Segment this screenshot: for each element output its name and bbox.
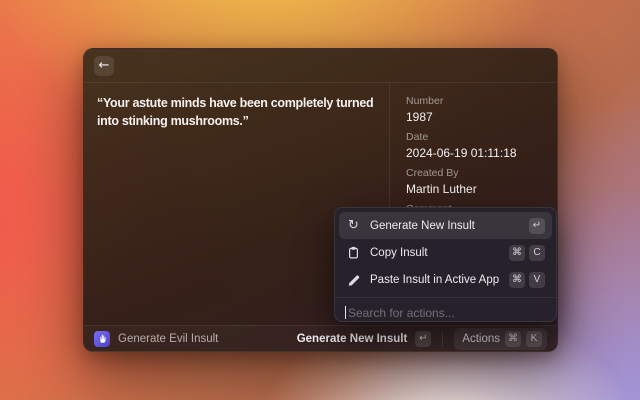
- action-shortcut: ↵: [529, 218, 545, 234]
- actions-button[interactable]: Actions ⌘ K: [454, 328, 547, 350]
- pencil-icon: [346, 273, 361, 286]
- action-item-generate-new-insult[interactable]: ↻ Generate New Insult ↵: [339, 212, 552, 239]
- metadata-field-number: Number 1987: [406, 95, 543, 125]
- rock-hand-icon: [97, 333, 108, 344]
- c-key-badge: C: [529, 245, 545, 261]
- actions-popover: ↻ Generate New Insult ↵ Copy Insult ⌘ C: [334, 207, 557, 322]
- evil-insult-app-icon: [94, 331, 110, 347]
- actions-list: ↻ Generate New Insult ↵ Copy Insult ⌘ C: [335, 208, 556, 297]
- command-key-badge: ⌘: [505, 331, 521, 347]
- footer-divider: [442, 332, 443, 346]
- metadata-value: 2024-06-19 01:11:18: [406, 146, 543, 161]
- window-header: ←: [84, 49, 557, 83]
- text-cursor: [345, 306, 346, 319]
- primary-action-button[interactable]: Generate New Insult: [297, 333, 408, 345]
- refresh-icon: ↻: [346, 219, 361, 232]
- return-key-badge: ↵: [415, 331, 431, 347]
- k-key-badge: K: [526, 331, 542, 347]
- command-key-badge: ⌘: [509, 245, 525, 261]
- command-key-badge: ⌘: [509, 272, 525, 288]
- action-item-label: Copy Insult: [370, 247, 500, 259]
- action-item-label: Paste Insult in Active App: [370, 274, 500, 286]
- return-key-badge: ↵: [529, 218, 545, 234]
- action-shortcut: ⌘ C: [509, 245, 545, 261]
- metadata-field-date: Date 2024-06-19 01:11:18: [406, 131, 543, 161]
- command-name: Generate Evil Insult: [118, 333, 218, 345]
- actions-search-input[interactable]: Search for actions...: [335, 297, 556, 327]
- metadata-value: Martin Luther: [406, 182, 543, 197]
- v-key-badge: V: [529, 272, 545, 288]
- action-item-paste-insult[interactable]: Paste Insult in Active App ⌘ V: [339, 266, 552, 293]
- metadata-field-created-by: Created By Martin Luther: [406, 167, 543, 197]
- metadata-label: Created By: [406, 167, 543, 180]
- metadata-label: Date: [406, 131, 543, 144]
- clipboard-icon: [346, 246, 361, 259]
- metadata-label: Number: [406, 95, 543, 108]
- action-item-copy-insult[interactable]: Copy Insult ⌘ C: [339, 239, 552, 266]
- metadata-value: 1987: [406, 110, 543, 125]
- action-shortcut: ⌘ V: [509, 272, 545, 288]
- back-arrow-icon: ←: [99, 59, 110, 72]
- action-item-label: Generate New Insult: [370, 220, 520, 232]
- search-placeholder: Search for actions...: [348, 306, 455, 320]
- actions-button-label: Actions: [462, 333, 500, 345]
- back-button[interactable]: ←: [94, 56, 114, 76]
- insult-quote: “Your astute minds have been completely …: [97, 94, 376, 130]
- status-bar: Generate Evil Insult Generate New Insult…: [84, 325, 557, 351]
